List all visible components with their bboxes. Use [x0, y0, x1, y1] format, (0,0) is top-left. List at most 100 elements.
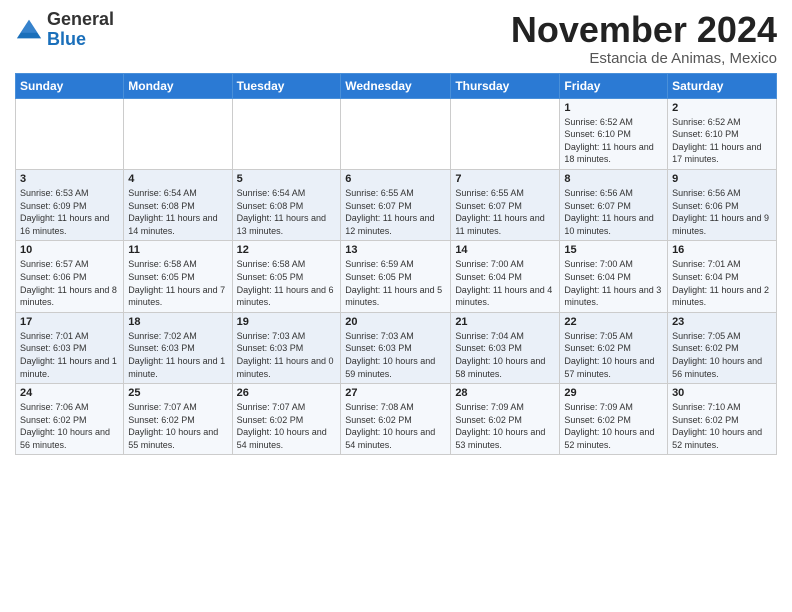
month-title: November 2024 — [511, 10, 777, 50]
calendar-cell: 28Sunrise: 7:09 AM Sunset: 6:02 PM Dayli… — [451, 384, 560, 455]
calendar-cell — [16, 98, 124, 169]
weekday-header-tuesday: Tuesday — [232, 73, 341, 98]
calendar-cell: 5 Sunrise: 6:54 AM Sunset: 6:08 PM Daylig… — [232, 169, 341, 240]
day-info: Sunrise: 7:02 AM Sunset: 6:03 PM Dayligh… — [128, 330, 227, 380]
weekday-header-sunday: Sunday — [16, 73, 124, 98]
day-info: Sunrise: 6:55 AM Sunset: 6:07 PM Dayligh… — [455, 187, 555, 237]
day-info: Sunrise: 7:09 AM Sunset: 6:02 PM Dayligh… — [564, 401, 663, 451]
calendar-cell: 3 Sunrise: 6:53 AM Sunset: 6:09 PM Daylig… — [16, 169, 124, 240]
day-info: Sunrise: 6:53 AM Sunset: 6:09 PM Dayligh… — [20, 187, 119, 237]
day-number: 10 — [20, 244, 119, 256]
day-info: Sunrise: 7:04 AM Sunset: 6:03 PM Dayligh… — [455, 330, 555, 380]
calendar-cell: 10 Sunrise: 6:57 AM Sunset: 6:06 PM Dayli… — [16, 241, 124, 312]
day-number: 15 — [564, 244, 663, 256]
day-info: Sunrise: 7:01 AM Sunset: 6:03 PM Dayligh… — [20, 330, 119, 380]
calendar-cell: 26 Sunrise: 7:07 AM Sunset: 6:02 PM Dayli… — [232, 384, 341, 455]
day-info: Sunrise: 6:52 AM Sunset: 6:10 PM Dayligh… — [564, 116, 663, 166]
day-info: Sunrise: 6:55 AM Sunset: 6:07 PM Dayligh… — [345, 187, 446, 237]
weekday-header-saturday: Saturday — [668, 73, 777, 98]
day-number: 23 — [672, 316, 772, 328]
day-number: 26 — [237, 387, 337, 399]
calendar-cell: 17 Sunrise: 7:01 AM Sunset: 6:03 PM Dayli… — [16, 312, 124, 383]
calendar-table: SundayMondayTuesdayWednesdayThursdayFrid… — [15, 73, 777, 456]
calendar-week-4: 17 Sunrise: 7:01 AM Sunset: 6:03 PM Dayli… — [16, 312, 777, 383]
day-info: Sunrise: 6:56 AM Sunset: 6:07 PM Dayligh… — [564, 187, 663, 237]
weekday-header-wednesday: Wednesday — [341, 73, 451, 98]
day-number: 30 — [672, 387, 772, 399]
day-info: Sunrise: 7:00 AM Sunset: 6:04 PM Dayligh… — [455, 258, 555, 308]
day-number: 5 — [237, 173, 337, 185]
logo: General Blue — [15, 10, 114, 50]
day-number: 14 — [455, 244, 555, 256]
day-info: Sunrise: 6:54 AM Sunset: 6:08 PM Dayligh… — [237, 187, 337, 237]
day-info: Sunrise: 6:52 AM Sunset: 6:10 PM Dayligh… — [672, 116, 772, 166]
calendar-cell — [341, 98, 451, 169]
day-number: 6 — [345, 173, 446, 185]
day-number: 8 — [564, 173, 663, 185]
calendar-cell: 11Sunrise: 6:58 AM Sunset: 6:05 PM Dayli… — [124, 241, 232, 312]
day-number: 27 — [345, 387, 446, 399]
day-info: Sunrise: 6:56 AM Sunset: 6:06 PM Dayligh… — [672, 187, 772, 237]
calendar-cell: 21Sunrise: 7:04 AM Sunset: 6:03 PM Dayli… — [451, 312, 560, 383]
day-info: Sunrise: 7:10 AM Sunset: 6:02 PM Dayligh… — [672, 401, 772, 451]
calendar-cell: 6 Sunrise: 6:55 AM Sunset: 6:07 PM Daylig… — [341, 169, 451, 240]
day-info: Sunrise: 7:00 AM Sunset: 6:04 PM Dayligh… — [564, 258, 663, 308]
day-info: Sunrise: 7:07 AM Sunset: 6:02 PM Dayligh… — [128, 401, 227, 451]
day-number: 24 — [20, 387, 119, 399]
day-info: Sunrise: 7:01 AM Sunset: 6:04 PM Dayligh… — [672, 258, 772, 308]
logo-icon — [15, 16, 43, 44]
calendar-cell: 29 Sunrise: 7:09 AM Sunset: 6:02 PM Dayli… — [560, 384, 668, 455]
day-info: Sunrise: 6:58 AM Sunset: 6:05 PM Dayligh… — [128, 258, 227, 308]
day-number: 25 — [128, 387, 227, 399]
day-info: Sunrise: 6:57 AM Sunset: 6:06 PM Dayligh… — [20, 258, 119, 308]
day-number: 3 — [20, 173, 119, 185]
calendar-cell: 20Sunrise: 7:03 AM Sunset: 6:03 PM Dayli… — [341, 312, 451, 383]
calendar-cell: 25 Sunrise: 7:07 AM Sunset: 6:02 PM Dayli… — [124, 384, 232, 455]
calendar-week-5: 24 Sunrise: 7:06 AM Sunset: 6:02 PM Dayli… — [16, 384, 777, 455]
calendar-cell: 27 Sunrise: 7:08 AM Sunset: 6:02 PM Dayli… — [341, 384, 451, 455]
day-number: 7 — [455, 173, 555, 185]
calendar-cell: 22Sunrise: 7:05 AM Sunset: 6:02 PM Dayli… — [560, 312, 668, 383]
day-number: 12 — [237, 244, 337, 256]
calendar-cell: 13 Sunrise: 6:59 AM Sunset: 6:05 PM Dayli… — [341, 241, 451, 312]
calendar-cell: 2 Sunrise: 6:52 AM Sunset: 6:10 PM Daylig… — [668, 98, 777, 169]
day-info: Sunrise: 7:05 AM Sunset: 6:02 PM Dayligh… — [672, 330, 772, 380]
day-info: Sunrise: 6:58 AM Sunset: 6:05 PM Dayligh… — [237, 258, 337, 308]
day-number: 13 — [345, 244, 446, 256]
page-header: General Blue November 2024 Estancia de A… — [15, 10, 777, 67]
calendar-cell: 19 Sunrise: 7:03 AM Sunset: 6:03 PM Dayli… — [232, 312, 341, 383]
calendar-week-2: 3 Sunrise: 6:53 AM Sunset: 6:09 PM Daylig… — [16, 169, 777, 240]
day-number: 2 — [672, 102, 772, 114]
day-number: 19 — [237, 316, 337, 328]
day-info: Sunrise: 7:07 AM Sunset: 6:02 PM Dayligh… — [237, 401, 337, 451]
calendar-cell: 1Sunrise: 6:52 AM Sunset: 6:10 PM Daylig… — [560, 98, 668, 169]
calendar-week-3: 10 Sunrise: 6:57 AM Sunset: 6:06 PM Dayli… — [16, 241, 777, 312]
calendar-cell: 12 Sunrise: 6:58 AM Sunset: 6:05 PM Dayli… — [232, 241, 341, 312]
day-number: 18 — [128, 316, 227, 328]
day-number: 4 — [128, 173, 227, 185]
day-number: 29 — [564, 387, 663, 399]
weekday-header-monday: Monday — [124, 73, 232, 98]
day-info: Sunrise: 7:08 AM Sunset: 6:02 PM Dayligh… — [345, 401, 446, 451]
calendar-cell: 18 Sunrise: 7:02 AM Sunset: 6:03 PM Dayli… — [124, 312, 232, 383]
day-info: Sunrise: 7:06 AM Sunset: 6:02 PM Dayligh… — [20, 401, 119, 451]
day-number: 9 — [672, 173, 772, 185]
location: Estancia de Animas, Mexico — [511, 50, 777, 67]
calendar-cell — [451, 98, 560, 169]
calendar-cell: 14 Sunrise: 7:00 AM Sunset: 6:04 PM Dayli… — [451, 241, 560, 312]
calendar-cell: 7 Sunrise: 6:55 AM Sunset: 6:07 PM Daylig… — [451, 169, 560, 240]
calendar-cell: 30 Sunrise: 7:10 AM Sunset: 6:02 PM Dayli… — [668, 384, 777, 455]
calendar-cell: 15 Sunrise: 7:00 AM Sunset: 6:04 PM Dayli… — [560, 241, 668, 312]
calendar-cell — [232, 98, 341, 169]
logo-general: General — [47, 10, 114, 30]
day-info: Sunrise: 7:03 AM Sunset: 6:03 PM Dayligh… — [237, 330, 337, 380]
day-info: Sunrise: 6:54 AM Sunset: 6:08 PM Dayligh… — [128, 187, 227, 237]
day-info: Sunrise: 7:03 AM Sunset: 6:03 PM Dayligh… — [345, 330, 446, 380]
weekday-header-friday: Friday — [560, 73, 668, 98]
day-number: 22 — [564, 316, 663, 328]
day-info: Sunrise: 6:59 AM Sunset: 6:05 PM Dayligh… — [345, 258, 446, 308]
day-number: 17 — [20, 316, 119, 328]
logo-text: General Blue — [47, 10, 114, 50]
calendar-cell: 24 Sunrise: 7:06 AM Sunset: 6:02 PM Dayli… — [16, 384, 124, 455]
day-number: 28 — [455, 387, 555, 399]
